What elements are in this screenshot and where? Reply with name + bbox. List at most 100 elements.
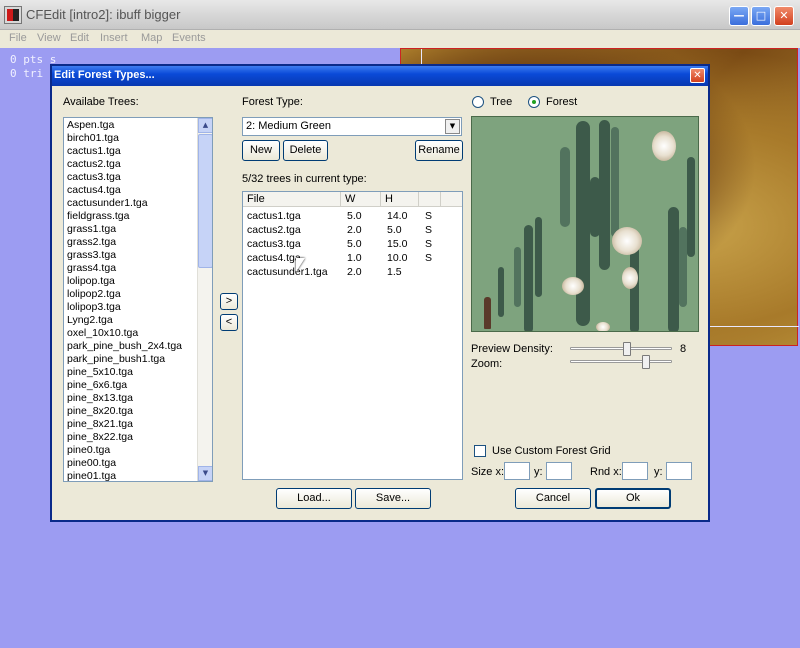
list-item[interactable]: park_pine_bush1.tga xyxy=(64,353,197,366)
menu-file[interactable]: File xyxy=(9,32,27,44)
table-row[interactable]: cactus3.tga 5.0 15.0 S xyxy=(243,237,462,251)
radio-tree-label[interactable]: Tree xyxy=(490,96,512,108)
cell-h: 10.0 xyxy=(387,252,408,264)
rnd-x-input[interactable] xyxy=(622,462,648,480)
scroll-up-button[interactable]: ▲ xyxy=(198,118,212,133)
list-item[interactable]: pine00.tga xyxy=(64,457,197,470)
radio-tree[interactable] xyxy=(472,96,484,108)
list-item[interactable]: Lyng2.tga xyxy=(64,314,197,327)
cell-file: cactus2.tga xyxy=(247,224,301,236)
list-item[interactable]: pine_8x22.tga xyxy=(64,431,197,444)
rnd-x-label: Rnd x: xyxy=(590,466,622,478)
list-item[interactable]: oxel_10x10.tga xyxy=(64,327,197,340)
list-item[interactable]: cactus3.tga xyxy=(64,171,197,184)
menu-edit[interactable]: Edit xyxy=(70,32,89,44)
list-item[interactable]: cactus2.tga xyxy=(64,158,197,171)
zoom-slider[interactable] xyxy=(570,354,672,370)
list-item[interactable]: lolipop.tga xyxy=(64,275,197,288)
cactus-sprite xyxy=(611,127,619,237)
cell-s: S xyxy=(425,224,433,236)
preview-density-value: 8 xyxy=(680,343,687,355)
cactus-sprite xyxy=(498,267,504,317)
rnd-y-input[interactable] xyxy=(666,462,692,480)
menu-insert[interactable]: Insert xyxy=(100,32,128,44)
forest-preview[interactable] xyxy=(471,116,699,332)
available-trees-list[interactable]: Aspen.tga birch01.tga cactus1.tga cactus2.t… xyxy=(63,117,213,482)
column-s[interactable] xyxy=(419,192,441,207)
size-x-input[interactable] xyxy=(504,462,530,480)
close-app-button[interactable]: ✕ xyxy=(774,6,794,26)
cell-h: 5.0 xyxy=(387,224,402,236)
column-w[interactable]: W xyxy=(341,192,381,207)
rename-button[interactable]: Rename xyxy=(415,140,463,161)
list-item[interactable]: cactusunder1.tga xyxy=(64,197,197,210)
size-y-input[interactable] xyxy=(546,462,572,480)
list-item[interactable]: pine_8x21.tga xyxy=(64,418,197,431)
scroll-down-button[interactable]: ▼ xyxy=(198,466,212,481)
list-item[interactable]: cactus1.tga xyxy=(64,145,197,158)
zoom-label: Zoom: xyxy=(471,358,503,370)
column-h[interactable]: H xyxy=(381,192,419,207)
app-titlebar: CFEdit [intro2]: ibuff bigger — □ ✕ xyxy=(0,0,800,30)
terrain-gridline-v xyxy=(421,49,422,65)
list-item[interactable]: pine01.tga xyxy=(64,470,197,481)
app-menubar: File View Edit Insert Map Events xyxy=(0,30,800,48)
ok-button[interactable]: Ok xyxy=(595,488,671,509)
maximize-button[interactable]: □ xyxy=(751,6,771,26)
dialog-close-button[interactable]: ✕ xyxy=(690,68,705,83)
table-row[interactable]: cactus4.tga 1.0 10.0 S xyxy=(243,251,462,265)
list-item[interactable]: park_pine_bush_2x4.tga xyxy=(64,340,197,353)
flower-sprite xyxy=(612,227,642,255)
radio-forest-label[interactable]: Forest xyxy=(546,96,577,108)
menu-events[interactable]: Events xyxy=(172,32,206,44)
menu-view[interactable]: View xyxy=(37,32,61,44)
list-item[interactable]: pine0.tga xyxy=(64,444,197,457)
custom-grid-checkbox[interactable] xyxy=(474,445,486,457)
remove-tree-button[interactable]: < xyxy=(220,314,238,331)
list-item[interactable]: grass3.tga xyxy=(64,249,197,262)
cactus-sprite xyxy=(535,217,542,297)
list-item[interactable]: birch01.tga xyxy=(64,132,197,145)
load-button[interactable]: Load... xyxy=(276,488,352,509)
cell-w: 2.0 xyxy=(347,266,362,278)
size-x-label: Size x: xyxy=(471,466,505,478)
list-item[interactable]: grass1.tga xyxy=(64,223,197,236)
menu-map[interactable]: Map xyxy=(141,32,162,44)
list-item[interactable]: pine_5x10.tga xyxy=(64,366,197,379)
list-item[interactable]: fieldgrass.tga xyxy=(64,210,197,223)
cell-h: 15.0 xyxy=(387,238,408,250)
available-trees-scrollbar[interactable]: ▲ ▼ xyxy=(197,118,212,481)
cactus-sprite xyxy=(668,207,679,331)
cancel-button[interactable]: Cancel xyxy=(515,488,591,509)
slider-thumb[interactable] xyxy=(642,355,650,369)
table-row[interactable]: cactusunder1.tga 2.0 1.5 xyxy=(243,265,462,279)
list-item[interactable]: cactus4.tga xyxy=(64,184,197,197)
table-row[interactable]: cactus1.tga 5.0 14.0 S xyxy=(243,209,462,223)
new-button[interactable]: New xyxy=(242,140,280,161)
scroll-thumb[interactable] xyxy=(198,134,212,268)
list-item[interactable]: pine_8x13.tga xyxy=(64,392,197,405)
list-item[interactable]: lolipop3.tga xyxy=(64,301,197,314)
table-row[interactable]: cactus2.tga 2.0 5.0 S xyxy=(243,223,462,237)
cell-w: 5.0 xyxy=(347,238,362,250)
list-item[interactable]: grass4.tga xyxy=(64,262,197,275)
custom-grid-label[interactable]: Use Custom Forest Grid xyxy=(492,445,611,457)
column-file[interactable]: File xyxy=(243,192,341,207)
minimize-button[interactable]: — xyxy=(729,6,749,26)
chevron-down-icon[interactable]: ▼ xyxy=(445,119,460,134)
dialog-titlebar: Edit Forest Types... ✕ xyxy=(52,66,708,86)
list-item[interactable]: pine_8x20.tga xyxy=(64,405,197,418)
list-item[interactable]: pine_6x6.tga xyxy=(64,379,197,392)
list-item[interactable]: Aspen.tga xyxy=(64,119,197,132)
list-item[interactable]: lolipop2.tga xyxy=(64,288,197,301)
radio-forest[interactable] xyxy=(528,96,540,108)
save-button[interactable]: Save... xyxy=(355,488,431,509)
add-tree-button[interactable]: > xyxy=(220,293,238,310)
list-item[interactable]: grass2.tga xyxy=(64,236,197,249)
slider-track xyxy=(570,360,672,363)
human-scale-figure xyxy=(484,297,491,329)
forest-type-select[interactable]: 2: Medium Green ▼ xyxy=(242,117,462,136)
delete-button[interactable]: Delete xyxy=(283,140,328,161)
current-trees-list[interactable]: File W H cactus1.tga 5.0 14.0 Scactus2.tga 2… xyxy=(242,191,463,480)
rnd-y-label: y: xyxy=(654,466,663,478)
